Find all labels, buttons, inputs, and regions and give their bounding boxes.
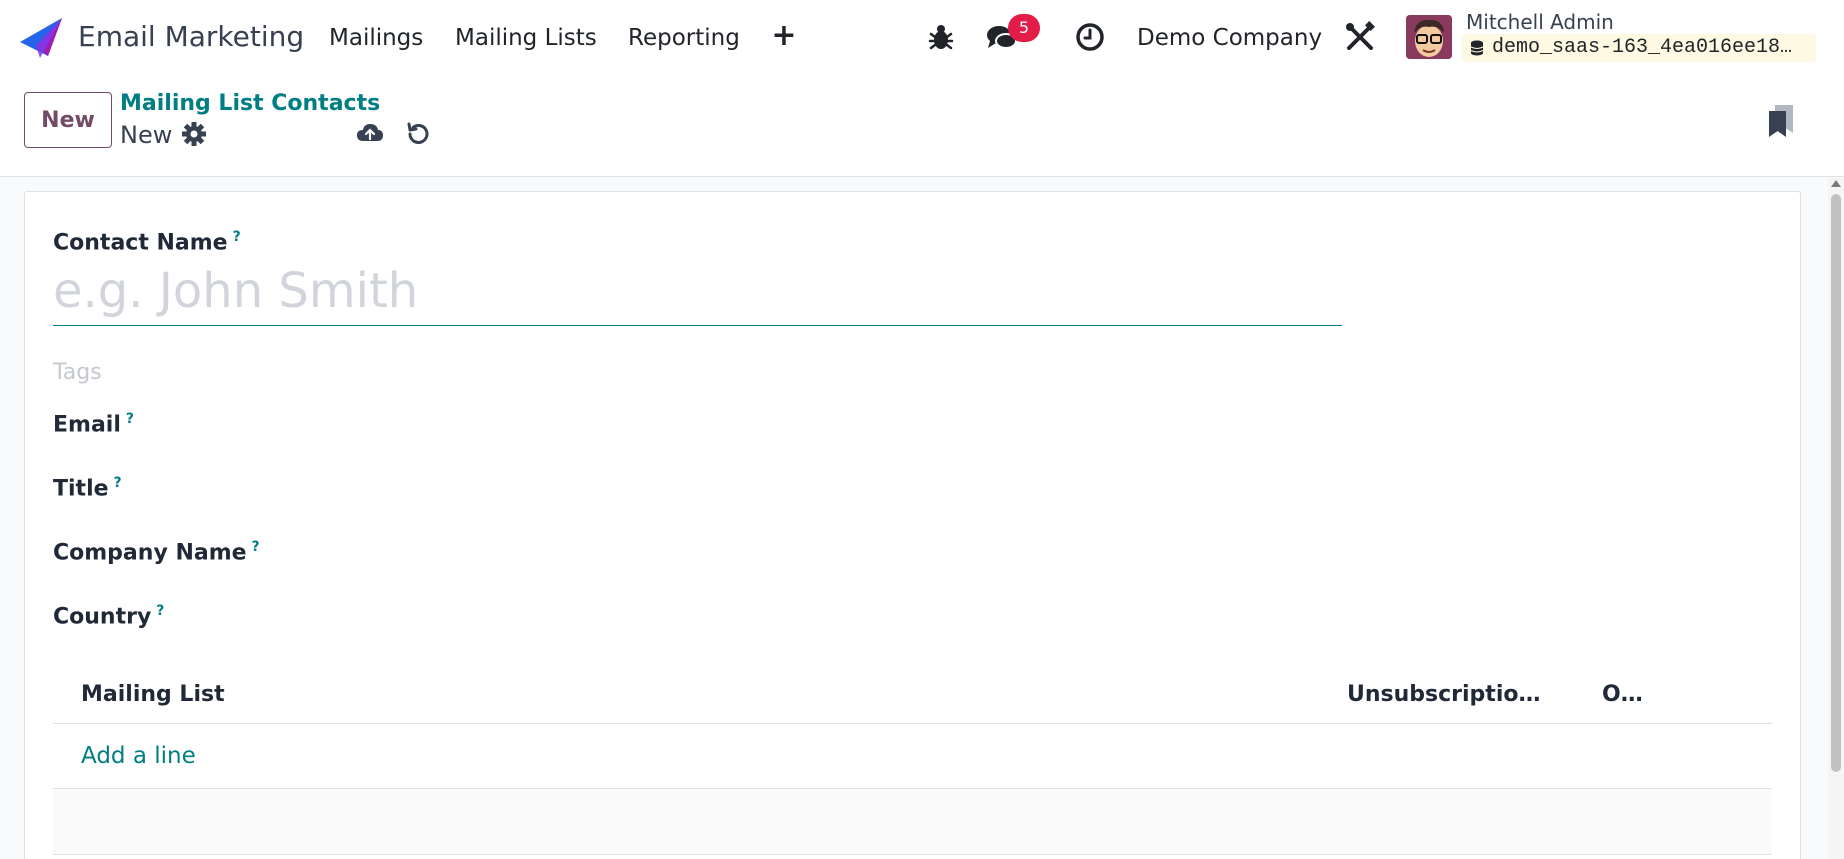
scrollbar[interactable] <box>1828 178 1844 859</box>
company-switcher[interactable]: Demo Company <box>1137 22 1322 54</box>
add-a-line-link[interactable]: Add a line <box>81 741 196 771</box>
database-name: demo_saas-163_4ea016ee18… <box>1492 36 1793 59</box>
scroll-up-icon[interactable] <box>1831 180 1841 187</box>
table-row <box>53 790 1772 855</box>
record-name: New <box>120 121 173 149</box>
contact-name-help[interactable]: ? <box>233 229 241 245</box>
table-row: Add a line <box>53 724 1772 789</box>
column-mailing-list[interactable]: Mailing List <box>81 680 225 710</box>
contact-name-label: Contact Name? <box>53 229 241 256</box>
company-name-help[interactable]: ? <box>252 539 260 555</box>
chat-badge: 5 <box>1008 14 1040 42</box>
menu-mailings[interactable]: Mailings <box>329 22 423 54</box>
bug-icon[interactable] <box>925 20 957 54</box>
title-help[interactable]: ? <box>114 475 122 491</box>
avatar-face-icon <box>1406 15 1452 59</box>
email-label: Email? <box>53 411 135 438</box>
gear-icon[interactable] <box>180 119 208 149</box>
email-marketing-logo-icon[interactable] <box>20 18 62 58</box>
clock-icon[interactable] <box>1074 20 1106 54</box>
control-panel: New Mailing List Contacts New <box>0 75 1844 177</box>
top-navbar: Email Marketing Mailings Mailing Lists R… <box>0 0 1844 75</box>
email-help[interactable]: ? <box>126 411 134 427</box>
new-button[interactable]: New <box>24 92 112 148</box>
bookmark-icon[interactable] <box>1766 103 1796 139</box>
database-icon <box>1470 40 1484 56</box>
country-help[interactable]: ? <box>156 603 164 619</box>
list-header: Mailing List Unsubscriptio… O… <box>53 668 1772 724</box>
tools-icon[interactable] <box>1344 20 1376 54</box>
plus-icon[interactable]: + <box>770 18 798 54</box>
save-cloud-icon[interactable] <box>356 119 384 149</box>
app-name[interactable]: Email Marketing <box>78 18 304 56</box>
breadcrumb[interactable]: Mailing List Contacts <box>120 89 380 119</box>
scroll-thumb[interactable] <box>1831 194 1841 772</box>
user-name[interactable]: Mitchell Admin <box>1466 9 1614 35</box>
avatar[interactable] <box>1406 15 1452 59</box>
column-opt-out[interactable]: O… <box>1602 680 1643 710</box>
title-label: Title? <box>53 475 122 502</box>
menu-reporting[interactable]: Reporting <box>628 22 740 54</box>
company-name-label: Company Name? <box>53 539 260 566</box>
column-unsubscription[interactable]: Unsubscriptio… <box>1347 680 1540 710</box>
contact-name-input[interactable] <box>53 256 1342 326</box>
country-label: Country? <box>53 603 165 630</box>
menu-mailing-lists[interactable]: Mailing Lists <box>455 22 597 54</box>
discard-icon[interactable] <box>404 119 432 149</box>
database-indicator: demo_saas-163_4ea016ee18… <box>1462 34 1816 62</box>
tags-field[interactable]: Tags <box>53 358 102 388</box>
